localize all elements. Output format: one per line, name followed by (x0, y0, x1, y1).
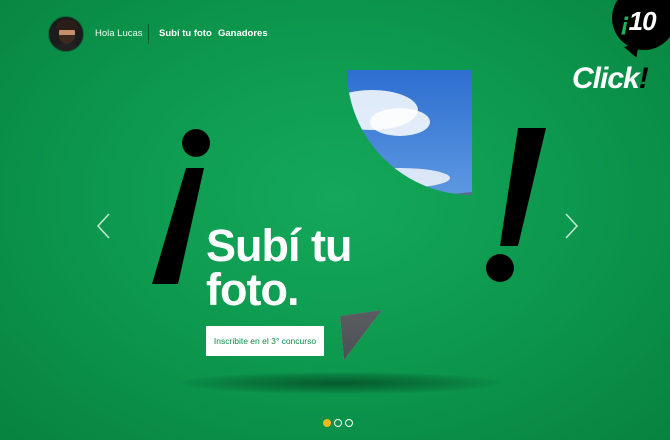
slide-headline: Subí tu foto. (206, 220, 426, 315)
inscribite-button[interactable]: Inscribite en el 3° concurso (206, 326, 324, 356)
inverted-exclamation-graphic (150, 126, 212, 286)
pagination-dot-1[interactable] (323, 419, 331, 427)
avatar[interactable] (48, 16, 84, 52)
nav-link-subi-tu-foto[interactable]: Subí tu foto (159, 28, 212, 39)
nav-divider (148, 24, 149, 44)
avatar-hair (56, 20, 78, 30)
pagination-dot-2[interactable] (334, 419, 342, 427)
headline-line-2: foto. (206, 264, 299, 315)
user-greeting: Hola Lucas (95, 28, 143, 39)
nav-link-ganadores[interactable]: Ganadores (218, 28, 268, 39)
carousel-pagination (323, 419, 353, 429)
brand-logo[interactable]: ¡10 Click! (566, 0, 670, 112)
logo-number: ¡10 (621, 6, 657, 36)
chevron-right-icon[interactable] (561, 212, 581, 240)
logo-word: Click! (572, 62, 649, 95)
exclamation-graphic (484, 126, 546, 286)
pagination-dot-3[interactable] (345, 419, 353, 427)
avatar-shirt (51, 43, 83, 51)
chevron-left-icon[interactable] (94, 212, 114, 240)
floor-shadow (180, 372, 500, 394)
headline-line-1: Subí tu (206, 220, 352, 271)
road-roller-photo (222, 70, 473, 360)
